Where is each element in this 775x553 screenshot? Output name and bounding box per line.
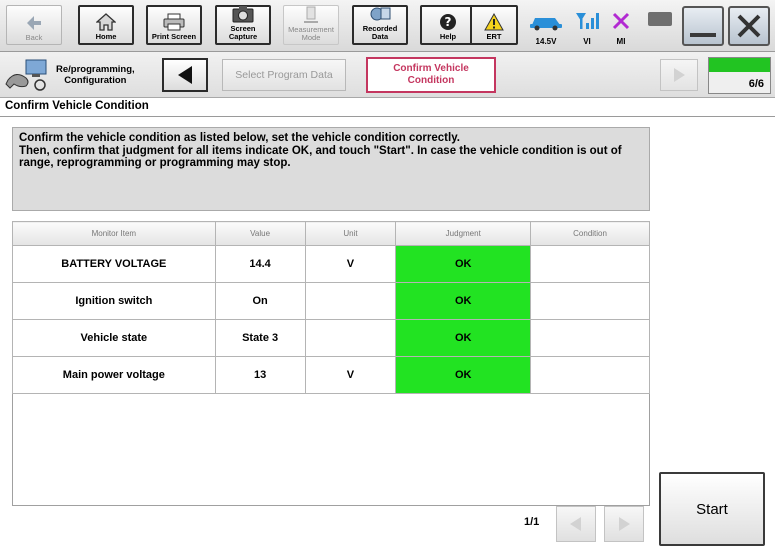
cell-value: State 3 (214, 319, 306, 357)
header-judgment: Judgment (395, 221, 532, 246)
step-select-program-data: Select Program Data (222, 59, 346, 91)
table-header-row: Monitor Item Value Unit Judgment Conditi… (12, 221, 650, 246)
left-triangle-icon (178, 66, 192, 84)
status-indicator-icon (648, 12, 672, 26)
cell-unit (304, 282, 397, 320)
left-triangle-icon (570, 517, 581, 531)
cell-value: On (214, 282, 306, 320)
navigation-bar: Re/programming, Configuration Select Pro… (0, 52, 775, 98)
recorded-data-button[interactable]: Recorded Data (352, 5, 408, 45)
cell-value: 13 (214, 356, 306, 394)
main-toolbar: Back Home Print Screen Screen Capture Me… (0, 0, 775, 52)
start-button[interactable]: Start (659, 472, 765, 546)
previous-step-button[interactable] (162, 58, 208, 92)
progress-fill (709, 58, 770, 72)
header-condition: Condition (530, 221, 650, 246)
table-row: Main power voltage 13 V OK (12, 356, 650, 394)
cell-item: BATTERY VOLTAGE (12, 245, 216, 283)
title-divider (0, 116, 775, 117)
close-button[interactable] (728, 6, 770, 46)
camera-icon (232, 5, 254, 23)
page-prev-button[interactable] (556, 506, 596, 542)
wrench-computer-icon (5, 59, 47, 91)
measurement-mode-button[interactable]: Measurement Mode (283, 5, 339, 45)
header-unit: Unit (304, 221, 397, 246)
screen-capture-button[interactable]: Screen Capture (215, 5, 271, 45)
help-icon: ? (437, 13, 459, 31)
mi-status: MI (606, 4, 636, 46)
cell-item: Main power voltage (12, 356, 216, 394)
cell-judgment: OK (395, 282, 532, 320)
cell-item: Vehicle state (12, 319, 216, 357)
instruction-text: Confirm the vehicle condition as listed … (19, 132, 622, 169)
home-button[interactable]: Home (78, 5, 134, 45)
right-triangle-icon (619, 517, 630, 531)
page-indicator: 1/1 (524, 516, 540, 528)
page-next-button[interactable] (604, 506, 644, 542)
cell-judgment: OK (395, 245, 532, 283)
cell-judgment: OK (395, 356, 532, 394)
warning-icon (483, 13, 505, 31)
table-row: Ignition switch On OK (12, 282, 650, 320)
print-screen-button[interactable]: Print Screen (146, 5, 202, 45)
cell-condition (530, 282, 650, 320)
next-step-button[interactable] (660, 59, 698, 91)
cell-value: 14.4 (214, 245, 306, 283)
cell-item: Ignition switch (12, 282, 216, 320)
signal-icon (575, 11, 599, 34)
close-icon (737, 14, 761, 38)
svg-text:?: ? (445, 15, 452, 29)
table-row: BATTERY VOLTAGE 14.4 V OK (12, 245, 650, 283)
cell-condition (530, 319, 650, 357)
vehicle-condition-table: Monitor Item Value Unit Judgment Conditi… (12, 221, 650, 506)
home-icon (95, 13, 117, 31)
step-progress: 6/6 (708, 57, 771, 94)
printer-icon (163, 13, 185, 31)
reprogramming-breadcrumb[interactable]: Re/programming, Configuration (4, 56, 154, 94)
recorded-data-icon (369, 5, 391, 23)
cell-unit: V (304, 356, 397, 394)
page-title: Confirm Vehicle Condition (5, 100, 149, 112)
minimize-icon (690, 33, 716, 37)
cell-condition (530, 356, 650, 394)
vi-status: VI (572, 4, 602, 46)
ert-button[interactable]: ERT (470, 5, 518, 45)
table-row: Vehicle state State 3 OK (12, 319, 650, 357)
header-monitor-item: Monitor Item (12, 221, 216, 246)
cell-unit (304, 319, 397, 357)
back-arrow-icon (23, 14, 45, 32)
battery-voltage-status: 14.5V (524, 4, 568, 46)
right-triangle-icon (674, 68, 685, 82)
cell-judgment: OK (395, 319, 532, 357)
minimize-button[interactable] (682, 6, 724, 46)
cell-condition (530, 245, 650, 283)
back-button[interactable]: Back (6, 5, 62, 45)
disconnected-x-icon (611, 11, 631, 34)
step-confirm-vehicle-condition: Confirm Vehicle Condition (366, 57, 496, 93)
instruction-panel: Confirm the vehicle condition as listed … (12, 127, 650, 211)
car-icon (529, 13, 563, 34)
help-button[interactable]: ? Help (420, 5, 476, 45)
gauge-icon (300, 6, 322, 24)
cell-unit: V (304, 245, 397, 283)
header-value: Value (214, 221, 306, 246)
progress-count: 6/6 (748, 78, 764, 90)
